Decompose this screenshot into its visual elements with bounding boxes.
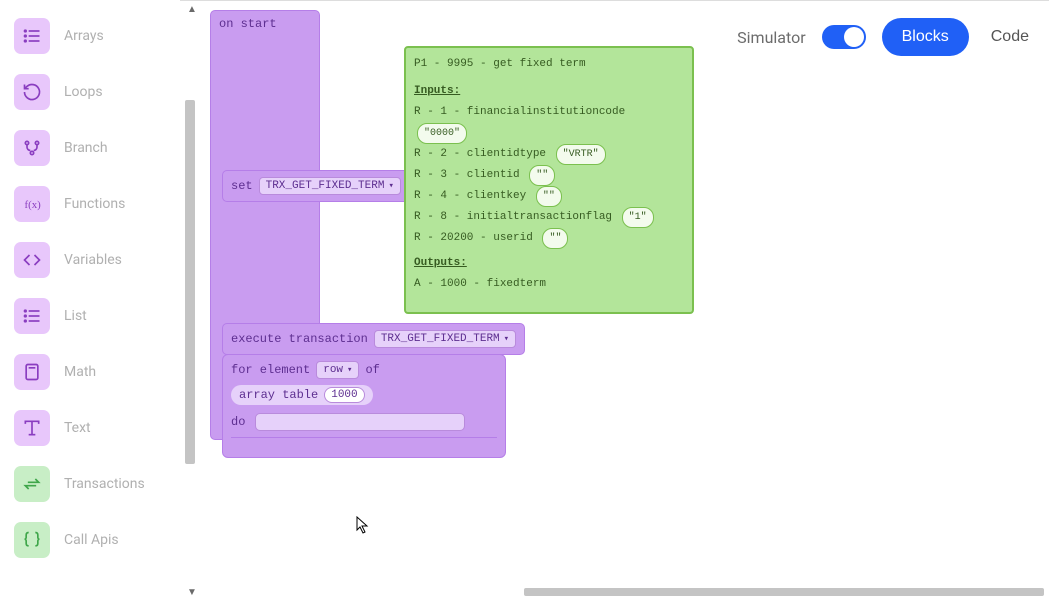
- scroll-up-icon[interactable]: ▲: [187, 4, 197, 15]
- sidebar-item-list[interactable]: List: [8, 288, 180, 344]
- block-canvas[interactable]: on start set TRX_GET_FIXED_TERM to P1 - …: [210, 10, 910, 580]
- trx-title: P1 - 9995 - get fixed term: [414, 54, 684, 75]
- input-value[interactable]: "": [529, 165, 555, 186]
- trx-input-row: R - 4 - clientkey "": [414, 186, 684, 207]
- sidebar-item-functions[interactable]: f(x) Functions: [8, 176, 180, 232]
- sidebar: Arrays Loops Branch f(x) Functions Varia…: [0, 0, 180, 598]
- code-button[interactable]: Code: [985, 22, 1035, 52]
- for-row-dropdown[interactable]: row: [316, 361, 359, 379]
- sidebar-item-transactions[interactable]: Transactions: [8, 456, 180, 512]
- trx-input-row: R - 3 - clientid "": [414, 165, 684, 186]
- exec-variable-dropdown[interactable]: TRX_GET_FIXED_TERM: [374, 330, 516, 348]
- sidebar-item-text[interactable]: Text: [8, 400, 180, 456]
- input-value[interactable]: "": [542, 228, 568, 249]
- outputs-heading: Outputs:: [414, 253, 684, 274]
- scroll-thumb[interactable]: [524, 588, 1044, 596]
- text-icon: [14, 410, 50, 446]
- input-value[interactable]: "VRTR": [556, 144, 606, 165]
- sidebar-item-loops[interactable]: Loops: [8, 64, 180, 120]
- scroll-thumb[interactable]: [185, 100, 195, 464]
- loop-icon: [14, 74, 50, 110]
- execute-transaction-block[interactable]: execute transaction TRX_GET_FIXED_TERM: [222, 323, 525, 355]
- sidebar-item-label: Loops: [64, 84, 103, 100]
- onstart-title: on start: [211, 11, 319, 37]
- code-icon: [14, 242, 50, 278]
- sidebar-item-arrays[interactable]: Arrays: [8, 8, 180, 64]
- trx-output-row: A - 1000 - fixedterm: [414, 274, 684, 295]
- list-icon: [14, 18, 50, 54]
- svg-text:f(x): f(x): [25, 199, 42, 211]
- swap-icon: [14, 466, 50, 502]
- sidebar-item-label: Call Apis: [64, 532, 119, 548]
- trx-input-row: R - 8 - initialtransactionflag "1": [414, 207, 684, 228]
- for-element-label: for element: [231, 363, 310, 377]
- sidebar-item-label: Branch: [64, 140, 108, 156]
- sidebar-item-label: Functions: [64, 196, 125, 212]
- branch-icon: [14, 130, 50, 166]
- sidebar-item-label: Math: [64, 364, 96, 380]
- sidebar-item-label: Variables: [64, 252, 122, 268]
- trx-input-row: R - 2 - clientidtype "VRTR": [414, 144, 684, 165]
- input-value[interactable]: "1": [622, 207, 654, 228]
- sidebar-item-callapis[interactable]: Call Apis: [8, 512, 180, 568]
- array-table-oval[interactable]: array table 1000: [231, 385, 373, 405]
- transaction-definition-block[interactable]: P1 - 9995 - get fixed term Inputs: R - 1…: [404, 46, 694, 314]
- calculator-icon: [14, 354, 50, 390]
- sidebar-item-label: Transactions: [64, 476, 145, 492]
- trx-input-row: R - 20200 - userid "": [414, 228, 684, 249]
- set-block[interactable]: set TRX_GET_FIXED_TERM to: [222, 170, 430, 202]
- sidebar-item-math[interactable]: Math: [8, 344, 180, 400]
- inputs-heading: Inputs:: [414, 81, 684, 102]
- input-value[interactable]: "0000": [417, 123, 467, 144]
- sidebar-item-label: Text: [64, 420, 91, 436]
- braces-icon: [14, 522, 50, 558]
- trx-input-row: R - 1 - financialinstitutioncode "0000": [414, 102, 684, 144]
- for-element-block[interactable]: for element row of array table 1000 do: [222, 354, 506, 458]
- of-label: of: [365, 363, 379, 377]
- set-variable-dropdown[interactable]: TRX_GET_FIXED_TERM: [259, 177, 401, 195]
- for-block-footer: [231, 437, 497, 451]
- set-label: set: [231, 179, 253, 193]
- list-icon: [14, 298, 50, 334]
- do-label: do: [231, 415, 245, 429]
- sidebar-item-label: List: [64, 308, 87, 324]
- horizontal-scrollbar[interactable]: [200, 588, 1049, 598]
- sidebar-item-branch[interactable]: Branch: [8, 120, 180, 176]
- array-table-number[interactable]: 1000: [324, 387, 364, 403]
- do-slot[interactable]: [255, 413, 465, 431]
- input-value[interactable]: "": [536, 186, 562, 207]
- function-icon: f(x): [14, 186, 50, 222]
- sidebar-item-variables[interactable]: Variables: [8, 232, 180, 288]
- exec-label: execute transaction: [231, 332, 368, 346]
- sidebar-item-label: Arrays: [64, 28, 104, 44]
- scroll-down-icon[interactable]: ▼: [187, 587, 197, 598]
- vertical-scrollbar[interactable]: ▲ ▼: [185, 0, 199, 598]
